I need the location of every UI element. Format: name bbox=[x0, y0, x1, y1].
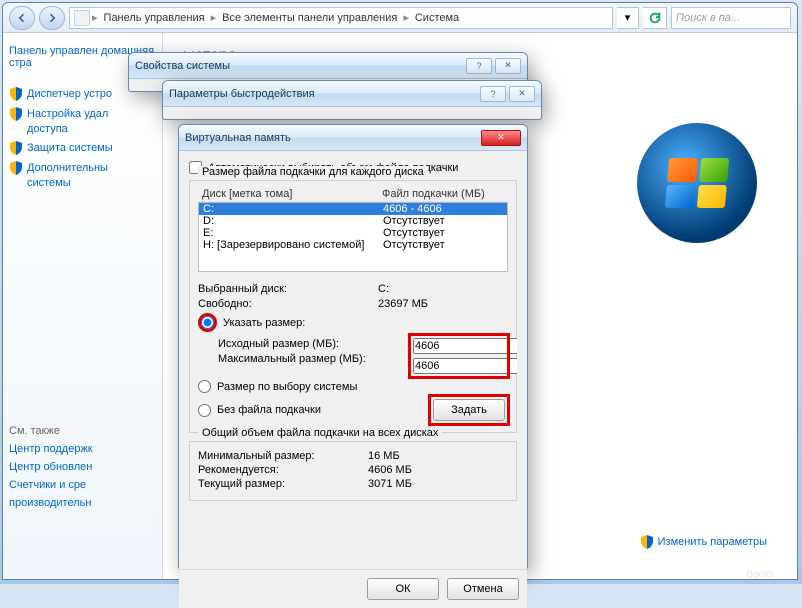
sidebar-remote-2[interactable]: доступа bbox=[27, 123, 156, 135]
help-button[interactable]: ? bbox=[466, 58, 492, 74]
shield-icon bbox=[9, 87, 23, 101]
search-placeholder: Поиск в па... bbox=[676, 12, 740, 24]
free-space-row: Свободно:23697 МБ bbox=[198, 298, 508, 310]
set-button[interactable]: Задать bbox=[433, 399, 505, 421]
initial-size-row: Исходный размер (МБ): bbox=[218, 338, 410, 350]
radio-highlight bbox=[198, 313, 217, 332]
windows-logo bbox=[637, 123, 757, 243]
total-min-row: Минимальный размер:16 МБ bbox=[198, 450, 508, 462]
disk-row[interactable]: E:Отсутствует bbox=[199, 227, 507, 239]
total-cur-row: Текущий размер:3071 МБ bbox=[198, 478, 508, 490]
seealso-label: См. также bbox=[9, 425, 156, 437]
initial-size-input[interactable] bbox=[413, 338, 517, 354]
groupbox-label: Размер файла подкачки для каждого диска bbox=[198, 166, 428, 178]
size-inputs-highlight bbox=[410, 335, 508, 377]
perf-options-dialog: Параметры быстродействия ?✕ bbox=[162, 80, 542, 120]
seealso-perf2[interactable]: производительн bbox=[9, 497, 156, 509]
refresh-button[interactable] bbox=[643, 7, 667, 29]
dialog-title: Параметры быстродействия bbox=[169, 88, 315, 100]
sidebar-remote[interactable]: Настройка удал bbox=[9, 107, 156, 121]
seealso-perf[interactable]: Счетчики и сре bbox=[9, 479, 156, 491]
sidebar: Панель управлен домашняя стра Диспетчер … bbox=[3, 33, 163, 579]
disk-row[interactable]: H: [Зарезервировано системой]Отсутствует bbox=[199, 239, 507, 251]
shield-icon bbox=[9, 141, 23, 155]
disk-list[interactable]: C:4606 - 4606 D:Отсутствует E:Отсутствуе… bbox=[198, 202, 508, 272]
back-button[interactable] bbox=[9, 6, 35, 30]
breadcrumb-item[interactable]: Все элементы панели управления bbox=[218, 12, 401, 24]
max-size-input[interactable] bbox=[413, 358, 517, 374]
address-bar: ▸ Панель управления ▸ Все элементы панел… bbox=[3, 3, 797, 33]
shield-icon bbox=[9, 161, 23, 175]
breadcrumb[interactable]: ▸ Панель управления ▸ Все элементы панел… bbox=[69, 7, 613, 29]
sidebar-protect[interactable]: Защита системы bbox=[9, 141, 156, 155]
dropdown-button[interactable]: ▾ bbox=[617, 7, 639, 29]
selected-disk-row: Выбранный диск:C: bbox=[198, 283, 508, 295]
seealso-support[interactable]: Центр поддержк bbox=[9, 443, 156, 455]
disk-list-header: Диск [метка тома] Файл подкачки (МБ) bbox=[198, 187, 508, 202]
title-bar[interactable]: Параметры быстродействия ?✕ bbox=[163, 81, 541, 107]
shield-icon bbox=[640, 535, 654, 549]
seealso-update[interactable]: Центр обновлен bbox=[9, 461, 156, 473]
sidebar-advanced[interactable]: Дополнительны bbox=[9, 161, 156, 175]
breadcrumb-item[interactable]: Система bbox=[411, 12, 463, 24]
title-bar[interactable]: Виртуальная память ✕ bbox=[179, 125, 527, 151]
dialog-title: Виртуальная память bbox=[185, 132, 291, 144]
shield-icon bbox=[9, 107, 23, 121]
system-icon bbox=[74, 10, 90, 26]
set-button-highlight: Задать bbox=[430, 396, 508, 424]
close-button[interactable]: ✕ bbox=[481, 130, 521, 146]
max-size-row: Максимальный размер (МБ): bbox=[218, 353, 410, 365]
windows-flag-icon bbox=[665, 158, 729, 208]
virtual-memory-dialog: Виртуальная память ✕ Автоматически выбир… bbox=[178, 124, 528, 570]
forward-button[interactable] bbox=[39, 6, 65, 30]
taskbar-label: Books bbox=[746, 569, 774, 580]
radio-system-managed[interactable]: Размер по выбору системы bbox=[198, 380, 508, 393]
disk-row[interactable]: C:4606 - 4606 bbox=[199, 203, 507, 215]
help-button[interactable]: ? bbox=[480, 86, 506, 102]
breadcrumb-item[interactable]: Панель управления bbox=[100, 12, 209, 24]
search-input[interactable]: Поиск в па... bbox=[671, 7, 791, 29]
disk-row[interactable]: D:Отсутствует bbox=[199, 215, 507, 227]
dialog-title: Свойства системы bbox=[135, 60, 230, 72]
close-button[interactable]: ✕ bbox=[509, 86, 535, 102]
change-params-link[interactable]: Изменить параметры bbox=[640, 535, 767, 549]
sidebar-advanced-2[interactable]: системы bbox=[27, 177, 156, 189]
radio-no-pagefile[interactable]: Без файла подкачки bbox=[198, 404, 430, 417]
radio-custom-size[interactable]: Указать размер: bbox=[198, 313, 508, 332]
ok-button[interactable]: ОК bbox=[367, 578, 439, 600]
title-bar[interactable]: Свойства системы ?✕ bbox=[129, 53, 527, 79]
close-button[interactable]: ✕ bbox=[495, 58, 521, 74]
total-rec-row: Рекомендуется:4606 МБ bbox=[198, 464, 508, 476]
dialog-buttons: ОК Отмена bbox=[179, 569, 527, 608]
cancel-button[interactable]: Отмена bbox=[447, 578, 519, 600]
groupbox-label: Общий объем файла подкачки на всех диска… bbox=[198, 427, 442, 439]
